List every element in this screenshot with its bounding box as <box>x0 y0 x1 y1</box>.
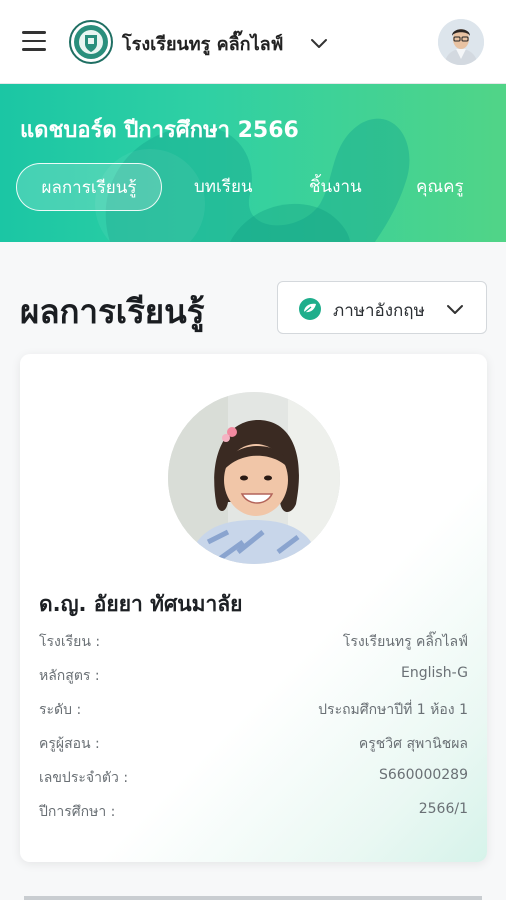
detail-value: โรงเรียนทรู คลิ๊กไลฟ์ <box>342 634 468 650</box>
subject-leaf-icon <box>299 298 321 320</box>
chevron-down-icon <box>447 305 463 314</box>
tab-lessons[interactable]: บทเรียน <box>194 163 253 211</box>
student-profile-card: ด.ญ. อัยยา ทัศนมาลัย โรงเรียน : โรงเรียน… <box>20 354 487 862</box>
dashboard-title: แดชบอร์ด ปีการศึกษา 2566 <box>20 118 299 143</box>
detail-row-teacher: ครูผู้สอน : ครูชวิศ สุพานิชผล <box>39 733 468 757</box>
next-card-edge <box>24 896 482 900</box>
detail-label: โรงเรียน : <box>39 634 101 650</box>
detail-row-curriculum: หลักสูตร : English-G <box>39 665 468 689</box>
tab-assignments[interactable]: ชิ้นงาน <box>309 163 362 211</box>
subject-select[interactable]: ภาษาอังกฤษ <box>277 281 487 334</box>
school-logo <box>69 20 113 64</box>
detail-row-level: ระดับ : ประถมศึกษาปีที่ 1 ห้อง 1 <box>39 699 468 723</box>
detail-value: S660000289 <box>378 767 468 783</box>
tab-teachers[interactable]: คุณครู <box>416 163 464 211</box>
detail-row-academic-year: ปีการศึกษา : 2566/1 <box>39 801 468 825</box>
student-name: ด.ญ. อัยยา ทัศนมาลัย <box>39 592 243 616</box>
student-photo <box>168 392 340 564</box>
detail-value: ครูชวิศ สุพานิชผล <box>358 736 468 752</box>
detail-label: ครูผู้สอน : <box>39 736 100 752</box>
teacher-avatar[interactable] <box>438 19 484 65</box>
section-title: ผลการเรียนรู้ <box>20 292 205 331</box>
detail-label: ปีการศึกษา : <box>39 804 116 820</box>
detail-row-school: โรงเรียน : โรงเรียนทรู คลิ๊กไลฟ์ <box>39 631 468 655</box>
school-name[interactable]: โรงเรียนทรู คลิ๊กไลฟ์ <box>122 29 283 58</box>
detail-label: ระดับ : <box>39 702 82 718</box>
detail-label: เลขประจำตัว : <box>39 770 129 786</box>
subject-select-label: ภาษาอังกฤษ <box>333 301 425 321</box>
chevron-down-icon[interactable] <box>308 32 330 54</box>
tab-learning-results[interactable]: ผลการเรียนรู้ <box>16 163 162 211</box>
dashboard-banner: แดชบอร์ด ปีการศึกษา 2566 ผลการเรียนรู้ บ… <box>0 84 506 242</box>
top-app-bar: โรงเรียนทรู คลิ๊กไลฟ์ <box>0 0 506 84</box>
detail-value: 2566/1 <box>418 801 468 817</box>
detail-value: ประถมศึกษาปีที่ 1 ห้อง 1 <box>318 702 468 718</box>
detail-value: English-G <box>401 665 468 681</box>
menu-icon[interactable] <box>22 31 46 51</box>
detail-row-student-id: เลขประจำตัว : S660000289 <box>39 767 468 791</box>
detail-label: หลักสูตร : <box>39 668 100 684</box>
